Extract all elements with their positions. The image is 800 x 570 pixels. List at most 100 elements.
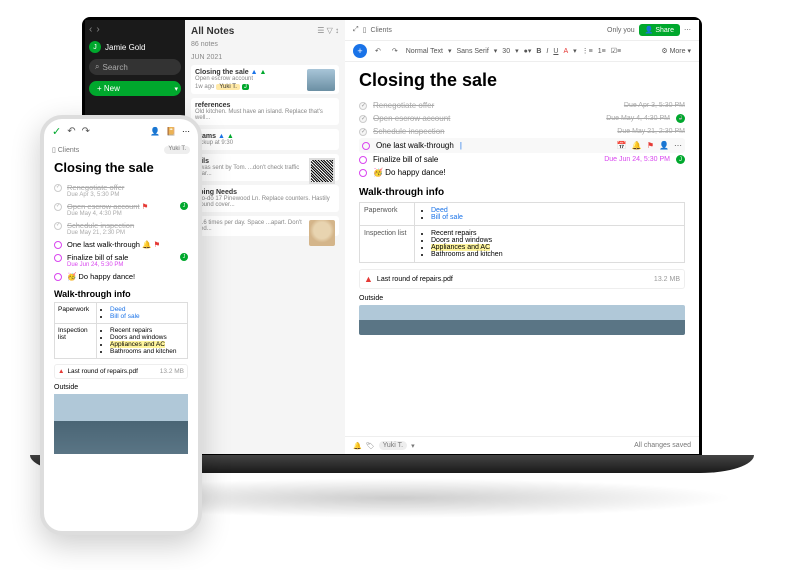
done-icon[interactable]: ✓	[52, 125, 61, 138]
task-checkbox[interactable]	[54, 273, 62, 281]
tag-icon[interactable]: 🏷	[366, 442, 375, 450]
pdf-icon: ▲	[364, 274, 373, 284]
link[interactable]: Bill of sale	[431, 214, 463, 221]
outside-image	[54, 394, 188, 454]
phone-toolbar: ✓ ↶ ↷ 👤 📔 ⋯	[44, 119, 198, 144]
task-row[interactable]: Finalize bill of saleDue Jun 24, 5:30 PM…	[54, 251, 188, 270]
link[interactable]: Bill of sale	[110, 313, 140, 320]
reminder-icon[interactable]: 🔔	[353, 442, 362, 450]
info-table: Paperwork DeedBill of sale Inspection li…	[359, 202, 685, 263]
check-list-icon[interactable]: ☑≡	[611, 47, 621, 55]
more-icon[interactable]: ⋯	[674, 141, 682, 150]
breadcrumb: ⤢ ▯ Clients Only you 👤 Share ⋯	[345, 20, 699, 41]
note-card[interactable]: 3...6 times per day. Space ...apart. Don…	[191, 216, 339, 236]
share-icon[interactable]: 👤	[150, 127, 160, 136]
task-row[interactable]: Open escrow accountDue May 4, 4:30 PMJ	[359, 112, 685, 125]
color-icon[interactable]: ●▾	[524, 47, 532, 55]
phone-breadcrumb: ▯ Clients Yuki T.	[44, 144, 198, 156]
pdf-icon: ▲	[58, 368, 64, 375]
redo-icon[interactable]: ↷	[389, 46, 401, 56]
task-checkbox[interactable]	[54, 203, 62, 211]
task-checkbox[interactable]	[54, 222, 62, 230]
editor-toolbar: + ↶ ↷ Normal Text ▾ Sans Serif ▾ 30 ▾ ●▾…	[345, 41, 699, 62]
outside-label: Outside	[359, 295, 685, 302]
task-checkbox[interactable]	[54, 241, 62, 249]
qr-thumb	[309, 158, 335, 184]
dog-thumb	[309, 220, 335, 246]
insert-button[interactable]: +	[353, 44, 367, 58]
more-toolbar[interactable]: ⚙ More ▾	[661, 47, 691, 55]
task-checkbox[interactable]	[359, 102, 367, 110]
note-body[interactable]: Closing the sale Renegotiate offerDue Ap…	[345, 62, 699, 343]
attachment[interactable]: ▲ Last round of repairs.pdf 13.2 MB	[54, 364, 188, 379]
task-row[interactable]: Renegotiate offerDue Apr 3, 5:30 PM	[359, 99, 685, 112]
redo-icon[interactable]: ↷	[82, 126, 90, 137]
task-row[interactable]: 🥳 Do happy dance!	[54, 270, 188, 283]
bullet-list-icon[interactable]: ⋮≡	[582, 47, 593, 55]
notebook-icon: ▯	[363, 26, 367, 34]
task-row[interactable]: One last walk-through 🔔 ⚑	[54, 238, 188, 251]
task-row[interactable]: Finalize bill of saleDue Jun 24, 5:30 PM…	[359, 153, 685, 166]
undo-icon[interactable]: ↶	[372, 46, 384, 56]
nav-back-icon[interactable]: ‹	[89, 24, 92, 35]
assignee-chip[interactable]: Yuki T.	[379, 441, 408, 450]
flag-icon[interactable]: ⚑	[647, 141, 654, 150]
user-avatar[interactable]: J Jamie Gold	[89, 41, 181, 53]
section-heading: Walk-through info	[359, 187, 685, 198]
phone-note-body[interactable]: Closing the sale Renegotiate offerDue Ap…	[44, 156, 198, 458]
assign-icon[interactable]: 👤	[659, 141, 669, 150]
task-checkbox[interactable]	[362, 142, 370, 150]
link[interactable]: Deed	[110, 306, 126, 313]
note-thumb	[307, 69, 335, 91]
task-row[interactable]: Schedule inspectionDue May 21, 2:30 PM	[359, 125, 685, 138]
save-status: All changes saved	[634, 442, 691, 449]
assignee-badge: J	[676, 155, 685, 164]
task-checkbox[interactable]	[54, 254, 62, 262]
search-input[interactable]: ⌕ Search	[89, 59, 181, 75]
bell-icon[interactable]: 🔔	[632, 141, 642, 150]
task-row[interactable]: Schedule inspectionDue May 21, 2:30 PM	[54, 219, 188, 238]
attachment[interactable]: ▲ Last round of repairs.pdf 13.2 MB	[359, 269, 685, 289]
undo-icon[interactable]: ↶	[67, 126, 75, 137]
note-card[interactable]: references Old kitchen. Must have an isl…	[191, 98, 339, 125]
nav-fwd-icon[interactable]: ›	[96, 24, 99, 35]
link[interactable]: Deed	[431, 207, 448, 214]
task-row[interactable]: 🥳 Do happy dance!	[359, 166, 685, 179]
new-button[interactable]: + New	[89, 81, 181, 96]
task-row[interactable]: Renegotiate offerDue Apr 3, 5:30 PM	[54, 181, 188, 200]
underline-icon[interactable]: U	[553, 48, 558, 55]
task-checkbox[interactable]	[359, 128, 367, 136]
task-checkbox[interactable]	[54, 184, 62, 192]
task-checkbox[interactable]	[359, 156, 367, 164]
more-icon[interactable]: ⋯	[182, 127, 190, 136]
task-row[interactable]: Open escrow account ⚑Due May 4, 4:30 PMJ	[54, 200, 188, 219]
share-button[interactable]: 👤 Share	[639, 24, 680, 36]
task-checkbox[interactable]	[359, 169, 367, 177]
more-icon[interactable]: ⋯	[684, 26, 691, 34]
bold-icon[interactable]: B	[536, 48, 541, 55]
assignee-chip[interactable]: Yuki T.	[164, 146, 190, 154]
calendar-icon[interactable]: 📅	[617, 141, 627, 150]
expand-icon[interactable]: ⤢	[353, 26, 359, 34]
number-list-icon[interactable]: 1≡	[598, 48, 606, 55]
note-card[interactable]: grams ▲ ▲ Pickup at 9:30	[191, 129, 339, 150]
task-row[interactable]: One last walk-through|📅🔔⚑👤⋯	[359, 138, 685, 153]
text-style-select[interactable]: Normal Text	[406, 48, 443, 55]
list-toolbar[interactable]: ☰ ▽ ↕	[317, 26, 339, 35]
note-card[interactable]: tails ...was sent by Tom. ...don't check…	[191, 154, 339, 181]
editor-footer: 🔔 🏷 Yuki T.▾ All changes saved	[345, 436, 699, 454]
notebook-icon[interactable]: 📔	[166, 127, 176, 136]
note-card[interactable]: Closing the sale ▲ ▲ Open escrow account…	[191, 65, 339, 94]
section-heading: Walk-through info	[54, 289, 188, 299]
note-card[interactable]: oping Needs ...to-do 17 Pinewood Ln. Rep…	[191, 185, 339, 212]
note-title[interactable]: Closing the sale	[54, 160, 188, 175]
italic-icon[interactable]: I	[546, 48, 548, 55]
info-table: Paperwork DeedBill of sale Inspection li…	[54, 302, 188, 359]
note-title[interactable]: Closing the sale	[359, 70, 685, 91]
task-checkbox[interactable]	[359, 115, 367, 123]
font-size-select[interactable]: 30	[502, 48, 510, 55]
highlight-icon[interactable]: A	[563, 48, 568, 55]
font-select[interactable]: Sans Serif	[456, 48, 488, 55]
flag-icon: ⚑	[140, 202, 149, 211]
notebook-name[interactable]: Clients	[370, 27, 391, 34]
